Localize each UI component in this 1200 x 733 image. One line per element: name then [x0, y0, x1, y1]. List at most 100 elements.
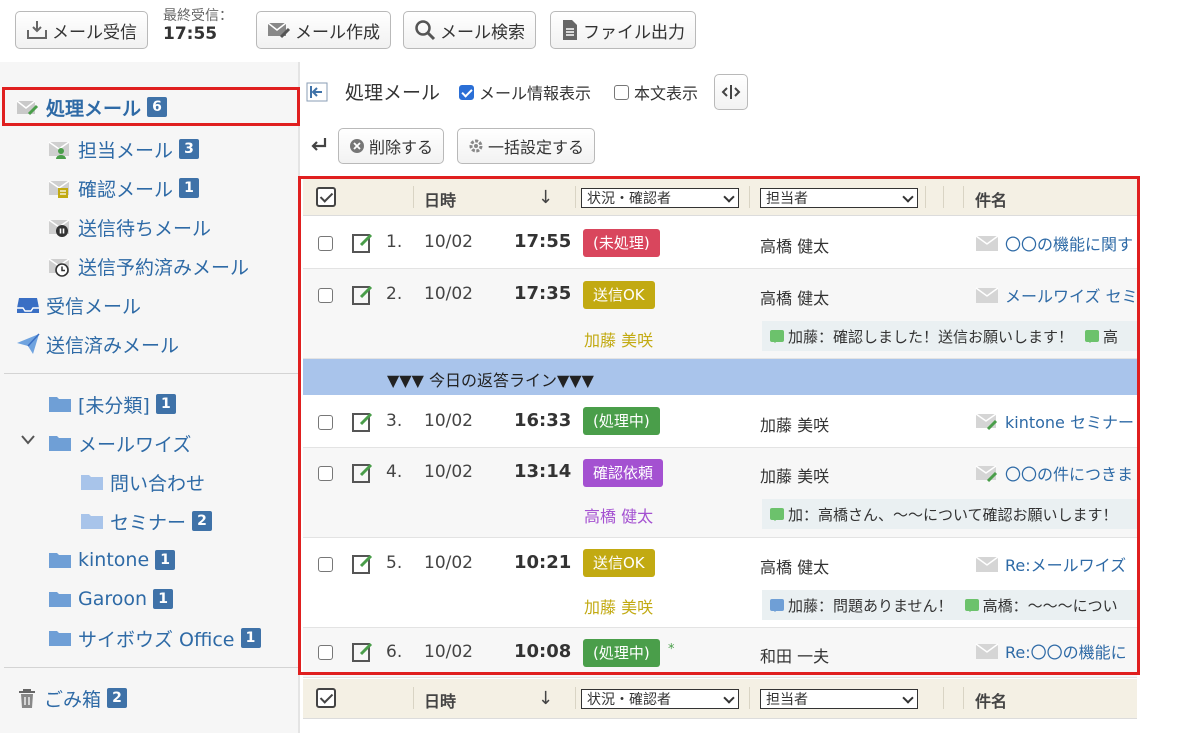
- status-badge[interactable]: 確認依頼: [583, 459, 664, 487]
- expand-horizontal-icon: [721, 85, 741, 99]
- edit-icon[interactable]: [351, 231, 375, 259]
- sidebar-item-pending-send[interactable]: 送信待ちメール: [48, 212, 211, 242]
- chevron-down-icon: [723, 692, 735, 704]
- column-divider: [963, 186, 964, 208]
- chevron-down-icon[interactable]: [20, 431, 36, 450]
- delete-button[interactable]: 削除する: [338, 128, 445, 164]
- row-checkbox[interactable]: [318, 557, 333, 572]
- status-badge[interactable]: 送信OK: [583, 549, 655, 577]
- column-divider: [575, 186, 576, 208]
- status-badge[interactable]: (未処理): [583, 229, 660, 257]
- assignee-filter-select[interactable]: 担当者: [760, 689, 918, 709]
- count-badge: 1: [153, 589, 174, 609]
- status-filter-value: 状況・確認者: [587, 692, 671, 708]
- row-checkbox[interactable]: [318, 645, 333, 660]
- status-filter-select[interactable]: 状況・確認者: [581, 689, 739, 709]
- edit-icon[interactable]: [351, 461, 375, 489]
- show-body-toggle[interactable]: 本文表示: [614, 80, 698, 104]
- sidebar-item-label: 送信済みメール: [46, 334, 180, 357]
- row-subject[interactable]: 〇〇の機能に関す: [975, 231, 1137, 255]
- sidebar-folder-mailwise[interactable]: メールワイズ: [48, 428, 191, 458]
- inbox-download-icon: [27, 21, 47, 39]
- row-checkbox[interactable]: [318, 288, 333, 303]
- resize-columns-button[interactable]: [714, 74, 748, 110]
- sidebar-item-processing-mail[interactable]: 処理メール 6: [16, 92, 168, 122]
- mail-icon: [975, 235, 999, 251]
- subject-header[interactable]: 件名: [975, 187, 1007, 211]
- status-filter-select[interactable]: 状況・確認者: [581, 188, 739, 208]
- show-mail-info-checkbox[interactable]: [459, 84, 474, 100]
- today-reply-line-label: ▼▼▼ 今日の返答ライン▼▼▼: [387, 371, 594, 390]
- sidebar-item-scheduled-mail[interactable]: 送信予約済みメール: [48, 251, 249, 281]
- row-assignee: 加藤 美咲: [760, 467, 830, 486]
- sidebar-item-trash[interactable]: ごみ箱 2: [16, 683, 128, 713]
- search-mail-label: メール検索: [440, 22, 525, 43]
- sidebar-folder-unclassified[interactable]: [未分類] 1: [48, 389, 176, 419]
- row-checkbox[interactable]: [318, 415, 333, 430]
- sidebar-folder-inquiry[interactable]: 問い合わせ: [80, 467, 205, 497]
- edit-icon[interactable]: [351, 283, 375, 311]
- row-checkbox[interactable]: [318, 466, 333, 481]
- status-badge[interactable]: (処理中): [583, 639, 660, 667]
- sidebar-folder-kintone[interactable]: kintone 1: [48, 545, 176, 575]
- edit-icon[interactable]: [351, 410, 375, 438]
- assignee-filter-value: 担当者: [766, 191, 808, 207]
- assignee-filter-select[interactable]: 担当者: [760, 188, 918, 208]
- status-badge[interactable]: 送信OK: [583, 281, 655, 309]
- search-icon: [415, 20, 436, 41]
- sidebar-item-confirm-mail[interactable]: 確認メール 1: [48, 173, 200, 203]
- sidebar-item-sent[interactable]: 送信済みメール: [16, 329, 179, 359]
- sort-down-icon[interactable]: ↓: [538, 688, 553, 709]
- datetime-header[interactable]: 日時: [424, 688, 456, 712]
- show-mail-info-toggle[interactable]: メール情報表示: [459, 80, 591, 104]
- sidebar-separator: [4, 667, 298, 668]
- select-all-checkbox[interactable]: [316, 688, 336, 708]
- row-time: 16:33: [514, 410, 572, 431]
- sidebar-folder-garoon[interactable]: Garoon 1: [48, 584, 174, 614]
- row-comment[interactable]: 加藤：問題ありません！ 高橋：〜〜〜につい: [762, 590, 1137, 620]
- subject-header[interactable]: 件名: [975, 688, 1007, 712]
- row-date: 10/02: [424, 284, 473, 304]
- receive-mail-button[interactable]: メール受信: [15, 11, 148, 49]
- export-file-button[interactable]: ファイル出力: [550, 11, 696, 49]
- table-row[interactable]: 1. 10/02 17:55 (未処理) 高橋 健太 〇〇の機能に関す: [303, 217, 1137, 269]
- comment-text: 高: [1103, 327, 1119, 346]
- bulk-settings-button[interactable]: 一括設定する: [457, 128, 596, 164]
- row-subject[interactable]: メールワイズ セミ: [975, 283, 1137, 307]
- sidebar-folder-cybozu-office[interactable]: サイボウズ Office 1: [48, 623, 261, 653]
- table-row[interactable]: 6. 10/02 10:08 (処理中) * 和田 一夫 Re:〇〇の機能に: [303, 628, 1137, 678]
- back-arrow-icon[interactable]: [309, 136, 329, 158]
- table-row[interactable]: 3. 10/02 16:33 (処理中) 加藤 美咲 kintone セミナー: [303, 395, 1137, 448]
- select-all-checkbox[interactable]: [316, 187, 336, 207]
- row-subject[interactable]: Re:〇〇の機能に: [975, 639, 1137, 663]
- column-divider: [749, 186, 750, 208]
- compose-mail-button[interactable]: メール作成: [256, 11, 391, 49]
- row-subject[interactable]: 〇〇の件につきま: [975, 461, 1137, 485]
- sidebar-item-assigned-mail[interactable]: 担当メール 3: [48, 134, 200, 164]
- comment-icon: [770, 508, 784, 521]
- page-title: 処理メール: [345, 82, 441, 104]
- row-time: 10:08: [514, 641, 572, 662]
- show-body-checkbox[interactable]: [614, 84, 629, 100]
- datetime-header[interactable]: 日時: [424, 187, 456, 211]
- sidebar-folder-seminar[interactable]: セミナー 2: [80, 506, 213, 536]
- column-divider: [925, 186, 926, 208]
- sort-down-icon[interactable]: ↓: [538, 187, 553, 208]
- row-comment[interactable]: 加：高橋さん、〜〜について確認お願いします！: [762, 499, 1137, 529]
- search-mail-button[interactable]: メール検索: [403, 11, 536, 49]
- edit-icon[interactable]: [351, 552, 375, 580]
- count-badge: 1: [155, 550, 176, 570]
- table-row[interactable]: 2. 10/02 17:35 送信OK 高橋 健太 メールワイズ セミ 加藤 美…: [303, 269, 1137, 359]
- row-subject-text: 〇〇の機能に関す: [1005, 235, 1134, 254]
- row-subject[interactable]: Re:メールワイズ: [975, 552, 1137, 576]
- sidebar-item-inbox[interactable]: 受信メール: [16, 290, 141, 320]
- row-subject[interactable]: kintone セミナー: [975, 409, 1137, 433]
- row-checkbox[interactable]: [318, 236, 333, 251]
- row-comment[interactable]: 加藤：確認しました！送信お願いします！ 高: [762, 321, 1137, 351]
- table-row[interactable]: 5. 10/02 10:21 送信OK 高橋 健太 Re:メールワイズ 加藤 美…: [303, 538, 1137, 628]
- table-row[interactable]: 4. 10/02 13:14 確認依頼 加藤 美咲 〇〇の件につきま 高橋 健太…: [303, 448, 1137, 538]
- collapse-sidebar-icon[interactable]: [306, 82, 328, 106]
- count-badge: 2: [192, 511, 213, 531]
- status-badge[interactable]: (処理中): [583, 407, 660, 435]
- edit-icon[interactable]: [351, 640, 375, 668]
